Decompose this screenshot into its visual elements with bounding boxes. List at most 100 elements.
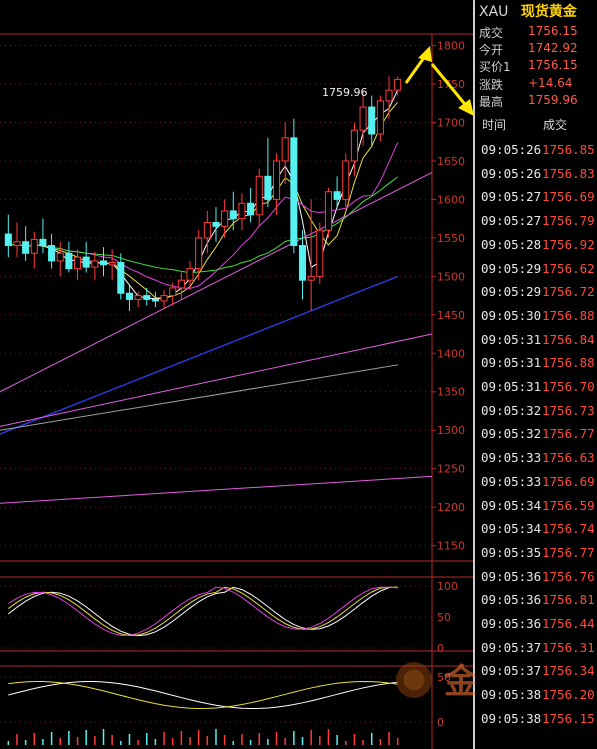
jintou-logo-icon	[396, 662, 432, 698]
quote-row-bid: 买价1 1756.15	[479, 58, 597, 75]
candle-up	[203, 221, 211, 239]
trade-row: 09:05:29 1756.72	[481, 284, 597, 307]
trade-price: 1756.85	[542, 142, 595, 157]
trade-time: 09:05:27	[481, 189, 542, 205]
ind1-line	[8, 586, 398, 636]
candle-up	[359, 106, 367, 131]
candle-down	[151, 298, 159, 302]
kline-chart[interactable]: 1800175017001650160015501500145014001350…	[0, 0, 475, 749]
candle-down	[298, 245, 307, 281]
candle-up	[376, 100, 384, 135]
trade-row: 09:05:31 1756.84	[481, 332, 597, 355]
candle-up	[134, 295, 142, 300]
trade-time: 09:05:29	[481, 260, 542, 276]
trade-row: 09:05:26 1756.85	[481, 142, 597, 165]
candle-up	[273, 160, 281, 200]
candle-down	[212, 221, 220, 227]
candle-up	[316, 229, 324, 277]
candle-up	[281, 137, 289, 162]
trade-time: 09:05:32	[481, 402, 542, 418]
trade-row: 09:05:33 1756.69	[481, 474, 597, 497]
candle-up	[186, 268, 194, 281]
candle-up	[221, 210, 229, 227]
trades-header: 时间 成交	[479, 116, 597, 134]
high-price-label: 1759.96	[322, 86, 368, 99]
quote-panel: XAU 现货黄金 成交 1756.15 今开 1742.92 买价1 1756.…	[475, 0, 597, 749]
price-tick-label: 1800	[437, 40, 465, 53]
candle-up	[160, 295, 168, 302]
candle-up	[255, 175, 263, 216]
trade-time: 09:05:30	[481, 307, 542, 323]
trade-row: 09:05:31 1756.88	[481, 355, 597, 378]
chart-frame	[0, 0, 475, 749]
trade-time: 09:05:26	[481, 142, 542, 157]
price-tick-label: 1500	[437, 270, 465, 283]
trade-time: 09:05:31	[481, 355, 542, 371]
trade-price: 1756.79	[542, 213, 595, 229]
trade-price: 1756.76	[542, 568, 595, 584]
price-tick-label: 1350	[437, 386, 465, 399]
candle-up	[108, 261, 116, 266]
trade-price: 1756.81	[542, 592, 595, 608]
quote-value: +14.64	[528, 76, 573, 90]
ind1-line	[8, 586, 398, 637]
candle-up	[394, 78, 402, 91]
candle-down	[264, 175, 272, 200]
trade-price: 1756.63	[542, 450, 595, 466]
trade-row: 09:05:34 1756.74	[481, 521, 597, 544]
trade-time: 09:05:34	[481, 497, 542, 513]
candle-down	[65, 252, 73, 270]
ind1-tick-label: 100	[437, 580, 458, 593]
trade-price: 1756.92	[542, 236, 595, 252]
trade-time: 09:05:37	[481, 639, 542, 655]
trades-price-header: 成交	[543, 118, 568, 132]
trade-row: 09:05:37 1756.34	[481, 663, 597, 686]
trade-row: 09:05:38 1756.20	[481, 687, 597, 710]
trade-row: 09:05:26 1756.83	[481, 166, 597, 189]
trade-row: 09:05:33 1756.63	[481, 450, 597, 473]
trade-price: 1756.31	[542, 639, 595, 655]
arrow-down-head-icon	[458, 99, 474, 116]
trade-row: 09:05:29 1756.62	[481, 261, 597, 284]
trade-row: 09:05:36 1756.81	[481, 592, 597, 615]
price-tick-label: 1400	[437, 347, 465, 360]
quote-row-change: 涨跌 +14.64	[479, 76, 597, 93]
trade-price: 1756.83	[542, 165, 595, 181]
trade-price: 1756.34	[542, 663, 595, 679]
symbol-header: XAU 现货黄金	[479, 1, 597, 21]
candle-up	[324, 191, 332, 231]
candle-up	[307, 275, 315, 281]
trades-time-header: 时间	[482, 118, 507, 132]
price-tick-label: 1200	[437, 501, 465, 514]
candle-down	[117, 261, 125, 294]
price-tick-label: 1250	[437, 463, 465, 476]
trade-time: 09:05:35	[481, 544, 542, 560]
quote-label: 买价1	[479, 60, 511, 74]
trade-time: 09:05:36	[481, 592, 542, 608]
quote-value: 1742.92	[528, 41, 578, 55]
quote-value: 1756.15	[528, 58, 578, 72]
long-ma-line	[0, 275, 399, 435]
trade-price: 1756.77	[542, 426, 595, 442]
trade-row: 09:05:32 1756.77	[481, 426, 597, 449]
trade-row: 09:05:36 1756.44	[481, 616, 597, 639]
candle-up	[195, 237, 203, 270]
trade-time: 09:05:36	[481, 568, 542, 584]
trade-price: 1756.88	[542, 307, 595, 323]
trade-time: 09:05:36	[481, 616, 542, 631]
trade-row: 09:05:28 1756.92	[481, 237, 597, 260]
trade-time: 09:05:32	[481, 426, 542, 442]
price-tick-label: 1700	[437, 116, 465, 129]
trade-time: 09:05:31	[481, 379, 542, 394]
candle-up	[30, 238, 38, 254]
trade-row: 09:05:38 1756.15	[481, 711, 597, 734]
trade-row: 09:05:32 1756.73	[481, 403, 597, 426]
trade-price: 1756.77	[542, 544, 595, 560]
trade-time: 09:05:38	[481, 710, 542, 726]
quote-value: 1759.96	[528, 93, 578, 107]
trade-row: 09:05:37 1756.31	[481, 640, 597, 663]
ind2-line	[8, 681, 398, 709]
symbol-code: XAU	[479, 4, 509, 20]
ind2-line	[8, 681, 398, 709]
quote-row-high: 最高 1759.96	[479, 93, 597, 110]
